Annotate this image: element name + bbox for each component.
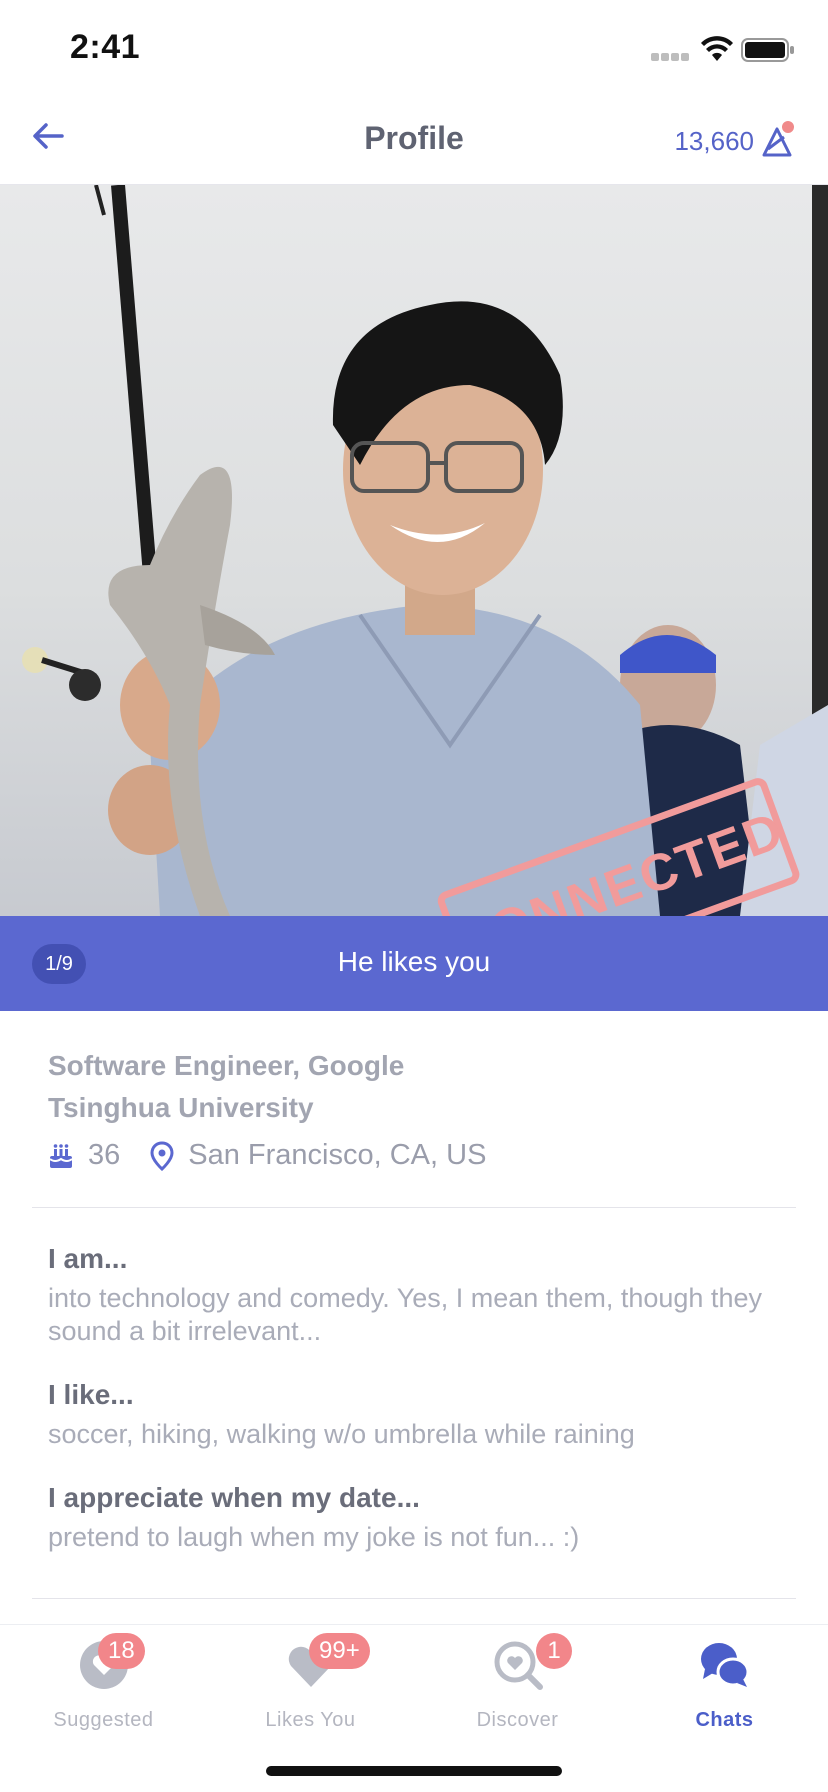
status-time: 2:41 — [70, 28, 141, 66]
points-value: 13,660 — [674, 126, 754, 156]
prompt-section: I am... into technology and comedy. Yes,… — [48, 1240, 788, 1348]
prompt-answer: into technology and comedy. Yes, I mean … — [48, 1283, 762, 1346]
tab-label: Discover — [476, 1709, 559, 1731]
profile-meta: 36 San Francisco, CA, US — [48, 1139, 788, 1172]
tab-label: Chats — [695, 1709, 754, 1731]
location-pin-icon — [150, 1140, 174, 1171]
job-title: Software Engineer, Google — [48, 1050, 405, 1081]
points-icon — [762, 118, 796, 157]
prompt-section: I appreciate when my date... pretend to … — [48, 1479, 788, 1554]
profile-details: Software Engineer, Google Tsinghua Unive… — [48, 1045, 788, 1172]
divider — [32, 1598, 796, 1599]
tab-suggested[interactable]: 18 Suggested — [0, 1625, 207, 1755]
nav-header: Profile 13,660 — [0, 100, 828, 185]
wifi-icon — [701, 36, 733, 61]
prompt-answer: pretend to laugh when my joke is not fun… — [48, 1522, 580, 1552]
age: 36 — [88, 1139, 121, 1171]
school-name: Tsinghua University — [48, 1092, 314, 1123]
cellular-signal-icon — [651, 53, 691, 61]
prompt-section: I like... soccer, hiking, walking w/o um… — [48, 1376, 788, 1451]
prompt-sections: I am... into technology and comedy. Yes,… — [48, 1240, 788, 1582]
battery-icon — [741, 38, 794, 62]
badge-likes-you: 99+ — [309, 1633, 370, 1669]
likes-text: He likes you — [337, 946, 491, 977]
tab-label: Suggested — [53, 1709, 154, 1731]
notification-dot — [780, 118, 796, 135]
prompt-title: I appreciate when my date... — [48, 1482, 420, 1513]
prompt-title: I am... — [48, 1243, 128, 1274]
cake-icon — [49, 1143, 73, 1168]
location: San Francisco, CA, US — [188, 1139, 487, 1171]
tab-chats[interactable]: Chats — [621, 1625, 828, 1755]
status-bar: 2:41 — [0, 0, 828, 100]
tab-likes-you[interactable]: 99+ Likes You — [207, 1625, 414, 1755]
badge-discover: 1 — [536, 1633, 572, 1669]
points-balance[interactable]: 13,660 — [674, 118, 796, 157]
chat-bubbles-icon — [700, 1643, 749, 1687]
badge-suggested: 18 — [98, 1633, 145, 1669]
divider — [32, 1207, 796, 1208]
profile-photo[interactable]: CONNECTED — [0, 185, 828, 916]
home-indicator — [266, 1766, 562, 1776]
tab-label: Likes You — [265, 1709, 356, 1731]
likes-banner: 1/9 He likes you — [0, 916, 828, 1011]
tab-discover[interactable]: 1 Discover — [414, 1625, 621, 1755]
prompt-answer: soccer, hiking, walking w/o umbrella whi… — [48, 1419, 635, 1449]
prompt-title: I like... — [48, 1379, 134, 1410]
